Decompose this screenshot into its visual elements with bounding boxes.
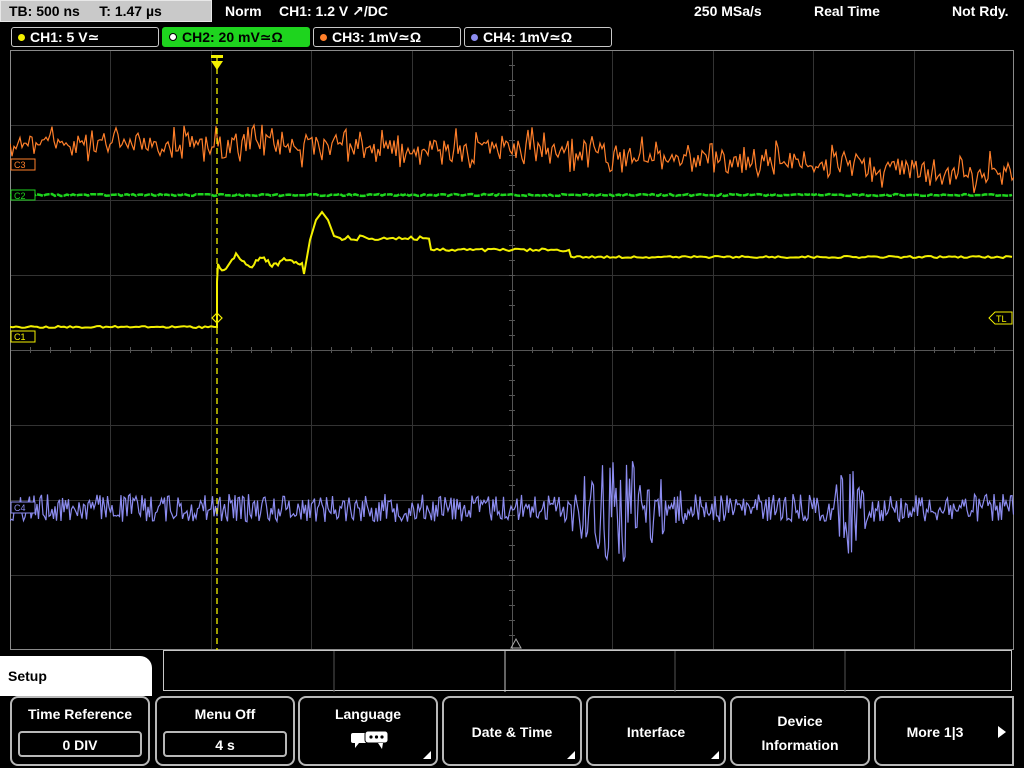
sample-rate: 250 MSa/s [694, 3, 762, 19]
ch3-color-dot-icon [320, 34, 327, 41]
submenu-indicator-icon [711, 751, 719, 759]
acquisition-mode: Real Time [814, 3, 880, 19]
softkey-title: Interface [626, 724, 686, 740]
more-softkey[interactable]: More 1|3 [874, 696, 1014, 766]
trigger-info[interactable]: CH1: 1.2 V ↗/DC [279, 0, 388, 23]
softkey-title: Time Reference [27, 706, 132, 722]
softkey-title: Language [334, 706, 402, 722]
softkey-title: Date & Time [471, 724, 553, 740]
next-page-icon [998, 726, 1006, 738]
channel-tab-ch1[interactable]: CH1: 5 V≃ [11, 27, 159, 47]
trigger-time-value: T: 1.47 µs [99, 3, 162, 19]
channel-tab-label: CH2: 20 mV≃Ω [182, 29, 283, 45]
waveform-canvas: C3 C2 C1 C4 TL [10, 50, 1014, 650]
softkey-title: Menu Off [194, 706, 256, 722]
channel-tab-ch2[interactable]: CH2: 20 mV≃Ω [162, 27, 310, 47]
marker-label: C4 [14, 503, 26, 513]
device-information-softkey[interactable]: Device Information [730, 696, 870, 766]
time-reference-softkey[interactable]: Time Reference 0 DIV [10, 696, 150, 766]
trigger-level-label: TL [996, 314, 1007, 324]
trigger-mode[interactable]: Norm [225, 0, 262, 23]
ch1-color-dot-icon [18, 34, 25, 41]
softkey-title: More 1|3 [906, 724, 964, 740]
softkey-title: Device [777, 713, 823, 729]
speech-bubbles-icon [351, 730, 389, 749]
menu-title: Setup [8, 668, 47, 684]
ch4-offset-marker[interactable]: C4 [10, 501, 36, 514]
marker-label: C1 [14, 332, 26, 342]
ch4-color-dot-icon [471, 34, 478, 41]
ch3-offset-marker[interactable]: C3 [10, 158, 36, 171]
submenu-indicator-icon [423, 751, 431, 759]
channel-tab-ch4[interactable]: CH4: 1mV≃Ω [464, 27, 612, 47]
menu-off-value: 4 s [163, 731, 287, 757]
ready-state: Not Rdy. [952, 3, 1009, 19]
channel-tab-label: CH4: 1mV≃Ω [483, 29, 573, 45]
ch1-offset-marker[interactable]: C1 [10, 330, 36, 343]
ch2-offset-marker[interactable]: C2 [10, 189, 36, 201]
language-softkey[interactable]: Language [298, 696, 438, 766]
timebase-box[interactable]: TB: 500 ns T: 1.47 µs [0, 0, 212, 22]
date-time-softkey[interactable]: Date & Time [442, 696, 582, 766]
time-reference-value: 0 DIV [18, 731, 142, 757]
marker-label: C3 [14, 160, 26, 170]
softkey-title-line2: Information [761, 737, 839, 753]
channel-tab-ch3[interactable]: CH3: 1mV≃Ω [313, 27, 461, 47]
channel-tab-label: CH1: 5 V≃ [30, 29, 100, 45]
ch2-color-dot-icon [169, 33, 177, 41]
interface-softkey[interactable]: Interface [586, 696, 726, 766]
submenu-indicator-icon [567, 751, 575, 759]
waveform-display[interactable]: C3 C2 C1 C4 TL [10, 50, 1014, 650]
marker-label: C2 [14, 191, 26, 201]
channel-tab-label: CH3: 1mV≃Ω [332, 29, 422, 45]
menu-off-softkey[interactable]: Menu Off 4 s [155, 696, 295, 766]
timebase-value: TB: 500 ns [9, 3, 80, 19]
info-strip [163, 650, 1012, 692]
